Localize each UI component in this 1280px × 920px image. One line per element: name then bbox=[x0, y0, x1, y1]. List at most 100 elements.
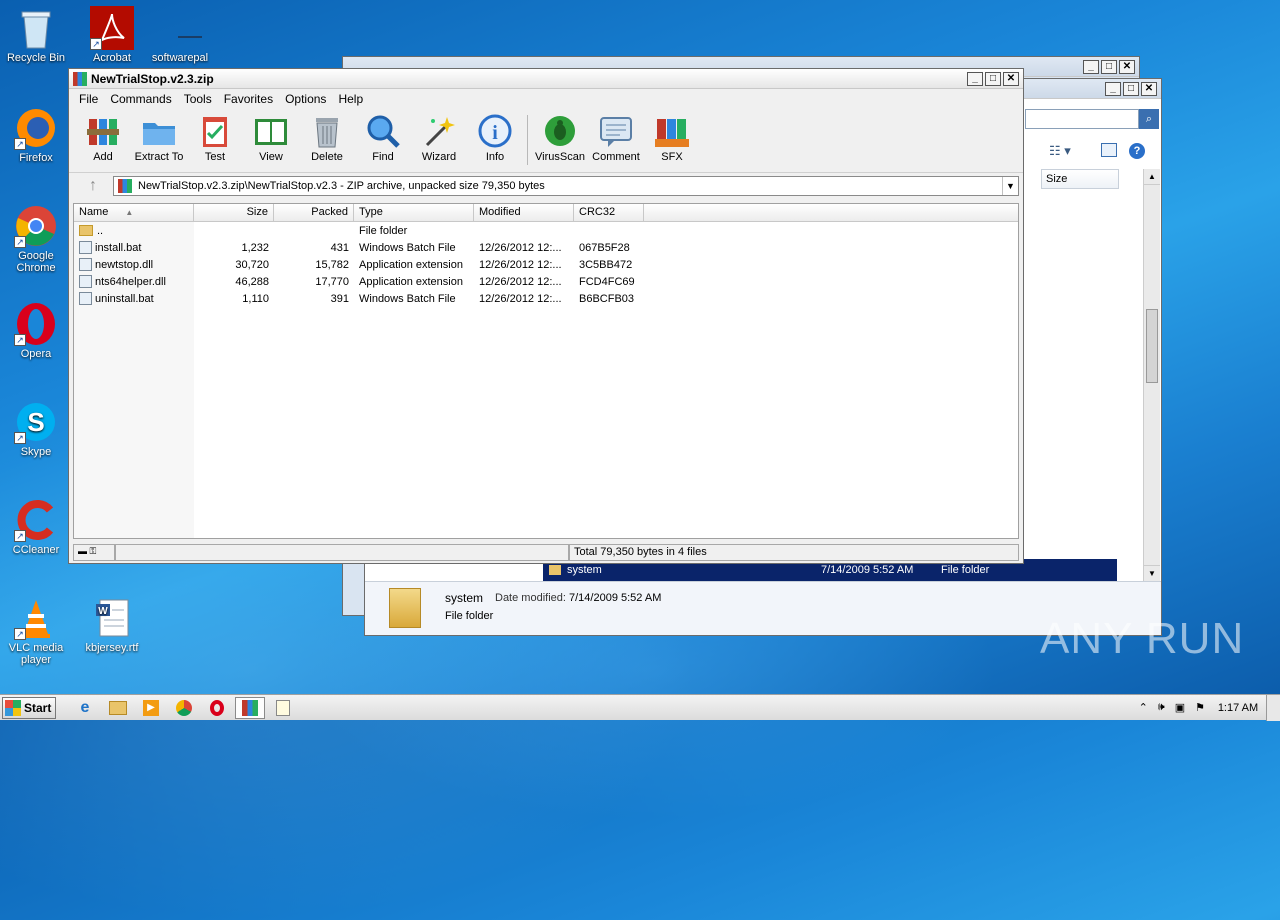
chevron-down-icon[interactable]: ▼ bbox=[1002, 177, 1018, 195]
network-icon[interactable]: ▣ bbox=[1175, 701, 1185, 714]
taskbar-ie[interactable]: e bbox=[70, 697, 100, 719]
test-button[interactable]: Test bbox=[187, 113, 243, 163]
up-folder-icon[interactable]: ↑ bbox=[73, 177, 113, 195]
view-book-icon bbox=[253, 113, 289, 149]
desktop-icon-opera[interactable]: ↗ Opera bbox=[0, 302, 72, 360]
action-center-flag-icon[interactable]: ⚑ bbox=[1195, 701, 1205, 714]
menu-tools[interactable]: Tools bbox=[178, 92, 218, 106]
shortcut-arrow-icon: ↗ bbox=[14, 432, 26, 444]
details-date-value: 7/14/2009 5:52 AM bbox=[569, 592, 662, 604]
find-button[interactable]: Find bbox=[355, 113, 411, 163]
vertical-scrollbar[interactable]: ▲ ▼ bbox=[1143, 169, 1160, 581]
file-size: 30,720 bbox=[235, 258, 269, 271]
menu-file[interactable]: File bbox=[73, 92, 104, 106]
file-name: nts64helper.dll bbox=[95, 275, 166, 288]
status-total: Total 79,350 bytes in 4 files bbox=[569, 543, 1019, 561]
row-date: 7/14/2009 5:52 AM bbox=[821, 564, 914, 576]
search-icon[interactable]: ⌕ bbox=[1139, 109, 1159, 129]
address-combobox[interactable]: NewTrialStop.v2.3.zip\NewTrialStop.v2.3 … bbox=[113, 176, 1019, 196]
view-label: View bbox=[259, 151, 283, 163]
menu-options[interactable]: Options bbox=[279, 92, 332, 106]
scroll-down-arrow[interactable]: ▼ bbox=[1144, 565, 1160, 581]
desktop-icon-kbjersey[interactable]: W kbjersey.rtf bbox=[76, 596, 148, 654]
delete-button[interactable]: Delete bbox=[299, 113, 355, 163]
desktop-icon-vlc[interactable]: ↗ VLC media player bbox=[0, 596, 72, 666]
maximize-button[interactable]: □ bbox=[1123, 81, 1139, 96]
desktop-icon-label: Opera bbox=[20, 348, 52, 360]
file-row[interactable]: newtstop.dll 30,720 15,782 Application e… bbox=[74, 256, 1018, 273]
file-row[interactable]: install.bat 1,232 431 Windows Batch File… bbox=[74, 239, 1018, 256]
winrar-titlebar[interactable]: NewTrialStop.v2.3.zip _ □ ✕ bbox=[69, 69, 1023, 89]
column-header-size[interactable]: Size bbox=[1041, 169, 1119, 189]
file-crc: 067B5F28 bbox=[579, 241, 630, 254]
desktop-icon-ccleaner[interactable]: ↗ CCleaner bbox=[0, 498, 72, 556]
file-list[interactable]: Name ▲ Size Packed Type Modified CRC32 .… bbox=[73, 203, 1019, 539]
menu-commands[interactable]: Commands bbox=[104, 92, 177, 106]
menu-help[interactable]: Help bbox=[332, 92, 369, 106]
wizard-button[interactable]: Wizard bbox=[411, 113, 467, 163]
shortcut-arrow-icon: ↗ bbox=[14, 334, 26, 346]
column-header-size[interactable]: Size bbox=[194, 204, 274, 221]
winrar-window[interactable]: NewTrialStop.v2.3.zip _ □ ✕ File Command… bbox=[68, 68, 1024, 564]
search-input[interactable] bbox=[1025, 109, 1139, 129]
taskbar-notepad[interactable] bbox=[268, 697, 298, 719]
recycle-bin-icon bbox=[14, 6, 58, 50]
close-button[interactable]: ✕ bbox=[1119, 59, 1135, 74]
minimize-button[interactable]: _ bbox=[1105, 81, 1121, 96]
column-header-packed[interactable]: Packed bbox=[274, 204, 354, 221]
file-row[interactable]: uninstall.bat 1,110 391 Windows Batch Fi… bbox=[74, 290, 1018, 307]
name-column-fill bbox=[74, 307, 194, 538]
view-options-icon[interactable]: ☷ ▾ bbox=[1049, 143, 1071, 159]
comment-button[interactable]: Comment bbox=[588, 113, 644, 163]
sfx-button[interactable]: SFX bbox=[644, 113, 700, 163]
vlc-cone-icon: ↗ bbox=[14, 596, 58, 640]
clock[interactable]: 1:17 AM bbox=[1210, 702, 1266, 714]
desktop-icon-recycle-bin[interactable]: Recycle Bin bbox=[0, 6, 72, 64]
winrar-icon bbox=[242, 699, 258, 716]
comment-icon bbox=[598, 113, 634, 149]
svg-text:W: W bbox=[98, 606, 108, 617]
desktop-icon-acrobat[interactable]: ↗ Acrobat bbox=[76, 6, 148, 64]
extract-to-button[interactable]: Extract To bbox=[131, 113, 187, 163]
help-icon[interactable]: ? bbox=[1129, 143, 1145, 159]
drive-key-icon[interactable]: ▬ ⚿ bbox=[73, 543, 115, 561]
start-label: Start bbox=[24, 700, 52, 715]
start-button[interactable]: Start bbox=[2, 696, 56, 719]
scroll-up-arrow[interactable]: ▲ bbox=[1144, 169, 1160, 185]
maximize-button[interactable]: □ bbox=[1101, 59, 1117, 74]
show-desktop-button[interactable] bbox=[1266, 694, 1280, 721]
file-size: 1,110 bbox=[242, 292, 269, 305]
preview-pane-icon[interactable] bbox=[1101, 143, 1117, 157]
desktop-icon-chrome[interactable]: ↗ Google Chrome bbox=[0, 204, 72, 274]
scroll-thumb[interactable] bbox=[1146, 309, 1158, 383]
close-button[interactable]: ✕ bbox=[1003, 71, 1019, 86]
column-header-name[interactable]: Name ▲ bbox=[74, 204, 194, 221]
column-header-modified[interactable]: Modified bbox=[474, 204, 574, 221]
column-header-crc32[interactable]: CRC32 bbox=[574, 204, 644, 221]
virusscan-button[interactable]: VirusScan bbox=[532, 113, 588, 163]
info-button[interactable]: i Info bbox=[467, 113, 523, 163]
minimize-button[interactable]: _ bbox=[1083, 59, 1099, 74]
desktop-icon-firefox[interactable]: ↗ Firefox bbox=[0, 106, 72, 164]
notepad-icon bbox=[276, 699, 290, 716]
close-button[interactable]: ✕ bbox=[1141, 81, 1157, 96]
taskbar-chrome[interactable] bbox=[169, 697, 199, 719]
minimize-button[interactable]: _ bbox=[967, 71, 983, 86]
taskbar-explorer[interactable] bbox=[103, 697, 133, 719]
file-row[interactable]: nts64helper.dll 46,288 17,770 Applicatio… bbox=[74, 273, 1018, 290]
file-row-parent[interactable]: .. File folder bbox=[74, 222, 1018, 239]
desktop-icon-skype[interactable]: S ↗ Skype bbox=[0, 400, 72, 458]
taskbar-winrar[interactable] bbox=[235, 696, 265, 719]
add-button[interactable]: Add bbox=[75, 113, 131, 163]
menu-favorites[interactable]: Favorites bbox=[218, 92, 279, 106]
view-button[interactable]: View bbox=[243, 113, 299, 163]
shortcut-arrow-icon: ↗ bbox=[14, 236, 26, 248]
volume-icon[interactable]: 🕪 bbox=[1158, 701, 1165, 714]
taskbar-opera[interactable] bbox=[202, 697, 232, 719]
desktop-icon-softwarepal[interactable]: softwarepal bbox=[144, 6, 216, 64]
column-header-type[interactable]: Type bbox=[354, 204, 474, 221]
tray-expand-icon[interactable]: ⌃ bbox=[1139, 701, 1148, 714]
row-name: system bbox=[567, 564, 602, 576]
taskbar-media-player[interactable]: ▶ bbox=[136, 697, 166, 719]
maximize-button[interactable]: □ bbox=[985, 71, 1001, 86]
